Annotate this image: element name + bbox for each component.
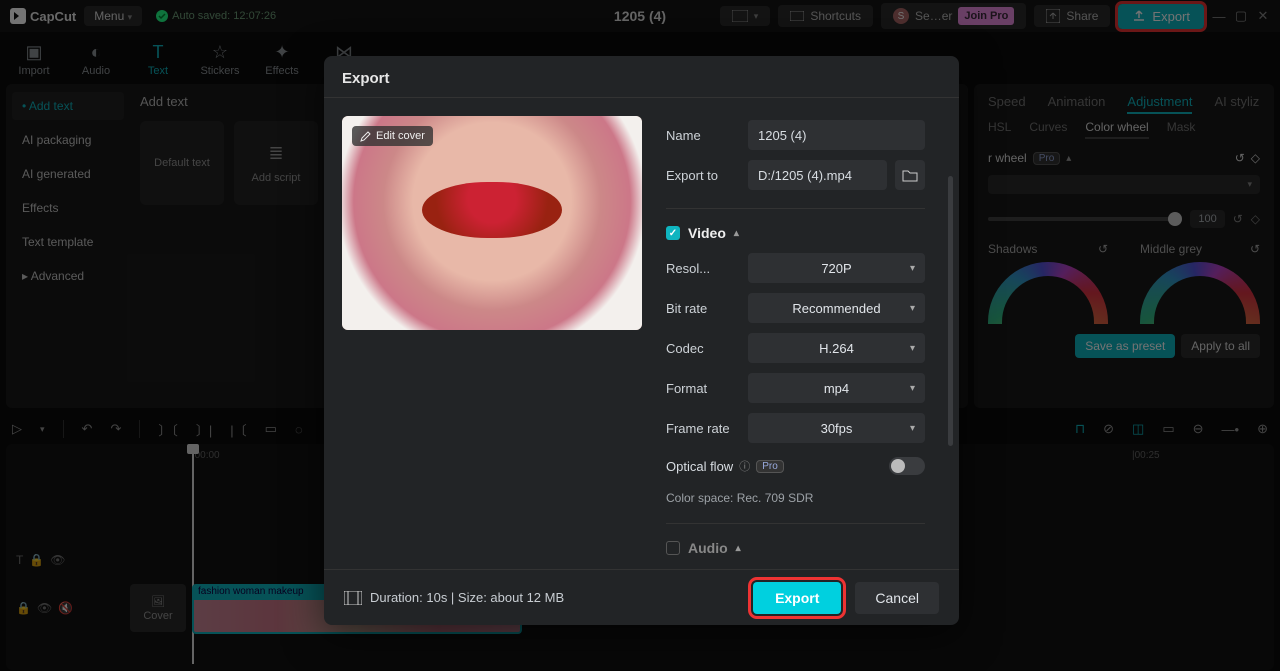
framerate-label: Frame rate (666, 421, 748, 436)
audio-section-header[interactable]: Audio ▴ (666, 534, 925, 562)
bitrate-label: Bit rate (666, 301, 748, 316)
pencil-icon (360, 131, 371, 142)
resolution-label: Resol... (666, 261, 748, 276)
video-checkbox[interactable]: ✓ (666, 226, 680, 240)
audio-checkbox[interactable] (666, 541, 680, 555)
name-label: Name (666, 128, 748, 143)
export-confirm-button[interactable]: Export (753, 582, 841, 614)
folder-icon (902, 168, 918, 182)
audio-collapse-caret[interactable]: ▴ (736, 543, 741, 554)
codec-select[interactable]: H.264 (748, 333, 925, 363)
export-to-input[interactable]: D:/1205 (4).mp4 (748, 160, 887, 190)
video-collapse-caret[interactable]: ▴ (734, 228, 739, 239)
edit-cover-button[interactable]: Edit cover (352, 126, 433, 146)
video-section-header[interactable]: ✓ Video ▴ (666, 219, 925, 247)
export-summary: Duration: 10s | Size: about 12 MB (344, 590, 564, 605)
optical-pro-badge: Pro (756, 460, 784, 473)
export-to-label: Export to (666, 168, 748, 183)
export-dialog: Export Edit cover Name 1205 (4) Export t… (324, 56, 959, 625)
cover-preview: Edit cover (342, 116, 642, 330)
framerate-select[interactable]: 30fps (748, 413, 925, 443)
resolution-select[interactable]: 720P (748, 253, 925, 283)
optical-flow-toggle[interactable] (889, 457, 925, 475)
bitrate-select[interactable]: Recommended (748, 293, 925, 323)
codec-label: Codec (666, 341, 748, 356)
format-select[interactable]: mp4 (748, 373, 925, 403)
film-icon (344, 591, 362, 605)
dialog-title: Export (324, 56, 959, 98)
browse-folder-button[interactable] (895, 160, 925, 190)
color-space-info: Color space: Rec. 709 SDR (666, 485, 925, 511)
name-input[interactable]: 1205 (4) (748, 120, 925, 150)
optical-flow-label: Optical flow (666, 459, 733, 474)
info-icon[interactable]: ⓘ (739, 458, 750, 474)
format-label: Format (666, 381, 748, 396)
dialog-scrollbar[interactable] (948, 176, 953, 446)
cancel-button[interactable]: Cancel (855, 582, 939, 614)
